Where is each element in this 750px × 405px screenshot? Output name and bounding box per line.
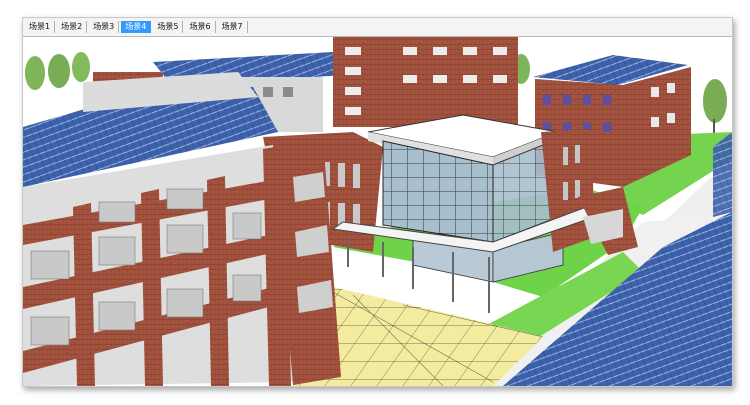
tab-scene-2[interactable]: 场景2 [57, 21, 88, 33]
tab-scene-7[interactable]: 场景7 [218, 21, 248, 33]
tab-scene-3[interactable]: 场景3 [89, 21, 120, 33]
sketchup-window: 场景1 场景2 场景3 场景4 场景5 场景6 场景7 [22, 17, 733, 387]
scene-tab-bar: 场景1 场景2 场景3 场景4 场景5 场景6 场景7 [23, 18, 732, 37]
tab-scene-5[interactable]: 场景5 [153, 21, 184, 33]
campus-model-render [23, 37, 732, 386]
tab-scene-4[interactable]: 场景4 [121, 21, 152, 33]
3d-viewport[interactable] [23, 37, 732, 386]
tab-scene-1[interactable]: 场景1 [25, 21, 56, 33]
tab-scene-6[interactable]: 场景6 [185, 21, 216, 33]
